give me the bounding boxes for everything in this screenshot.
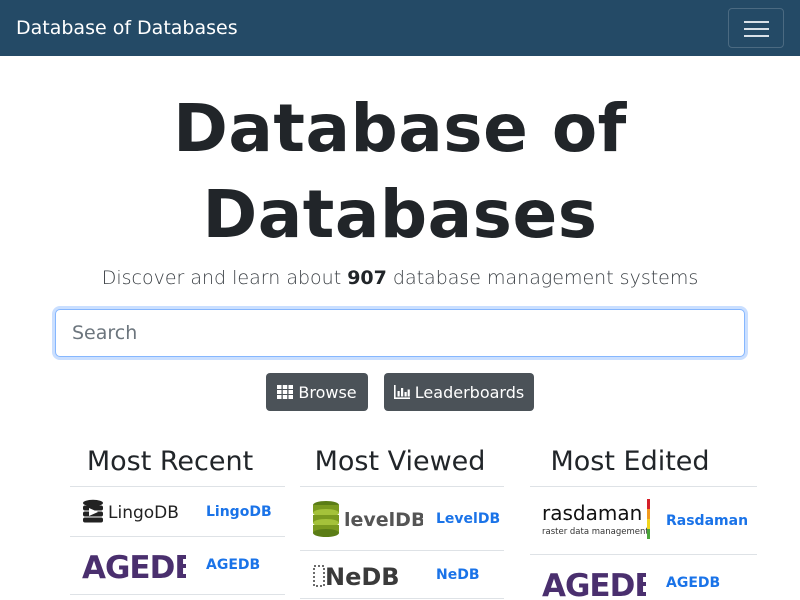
rasdaman-logo: rasdaman raster data management [540, 497, 654, 543]
page-title-line-2: Databases [202, 176, 598, 253]
search-input[interactable] [55, 309, 745, 357]
most-viewed-heading: Most Viewed [314, 446, 486, 477]
page-title: Database of Databases [0, 86, 800, 258]
most-edited-heading: Most Edited [550, 446, 710, 477]
leveldb-logo-text: levelDB [344, 509, 423, 531]
navbar-toggler-button[interactable] [728, 8, 784, 48]
list-item[interactable]: NeDB NeDB [300, 550, 504, 598]
page-title-line-1: Database of [173, 90, 627, 167]
lingodb-logo: LingoDB [82, 498, 186, 526]
nedb-logo: NeDB [311, 561, 423, 591]
leaderboards-button[interactable]: Leaderboards [384, 373, 534, 411]
agedb-logo: AGEDB [542, 567, 658, 600]
rasdaman-logo-text: rasdaman [542, 501, 642, 525]
nedb-logo-text: NeDB [325, 563, 400, 591]
agedb-link[interactable]: AGEDB [206, 557, 260, 573]
browse-button-label: Browse [298, 382, 357, 402]
agedb-link[interactable]: AGEDB [666, 575, 720, 591]
most-recent-heading: Most Recent [86, 446, 254, 477]
lead-text: Discover and learn about 907 database ma… [0, 264, 800, 292]
list-item[interactable]: AGEDB AGEDB [70, 536, 285, 594]
agedb-logo: AGEDB [82, 549, 198, 586]
lingodb-link[interactable]: LingoDB [206, 504, 272, 520]
agedb-logo-text: AGEDB [82, 550, 186, 585]
navbar: Database of Databases [0, 0, 800, 56]
lead-prefix: Discover and learn about [101, 267, 348, 289]
leveldb-logo: levelDB [311, 499, 425, 541]
agedb-logo-text: AGEDB [542, 568, 646, 600]
list-item [70, 594, 285, 600]
leaderboards-button-label: Leaderboards [414, 382, 525, 402]
lingodb-logo-text: LingoDB [108, 503, 179, 523]
rasdaman-logo-subtext: raster data management [542, 527, 649, 537]
grid-icon [277, 385, 294, 399]
lead-suffix: database management systems [386, 267, 699, 289]
list-item[interactable]: levelDB LevelDB [300, 486, 504, 550]
list-item[interactable]: AGEDB AGEDB [530, 554, 757, 600]
bar-chart-icon [393, 385, 410, 399]
list-item[interactable]: rasdaman raster data management Rasdaman [530, 486, 757, 554]
leveldb-link[interactable]: LevelDB [436, 511, 500, 527]
list-item[interactable]: LingoDB LingoDB [70, 486, 285, 536]
rasdaman-link[interactable]: Rasdaman [666, 513, 748, 529]
browse-button[interactable]: Browse [266, 373, 368, 411]
nedb-link[interactable]: NeDB [436, 567, 480, 583]
navbar-brand[interactable]: Database of Databases [16, 14, 238, 42]
dbms-count: 907 [347, 267, 387, 289]
